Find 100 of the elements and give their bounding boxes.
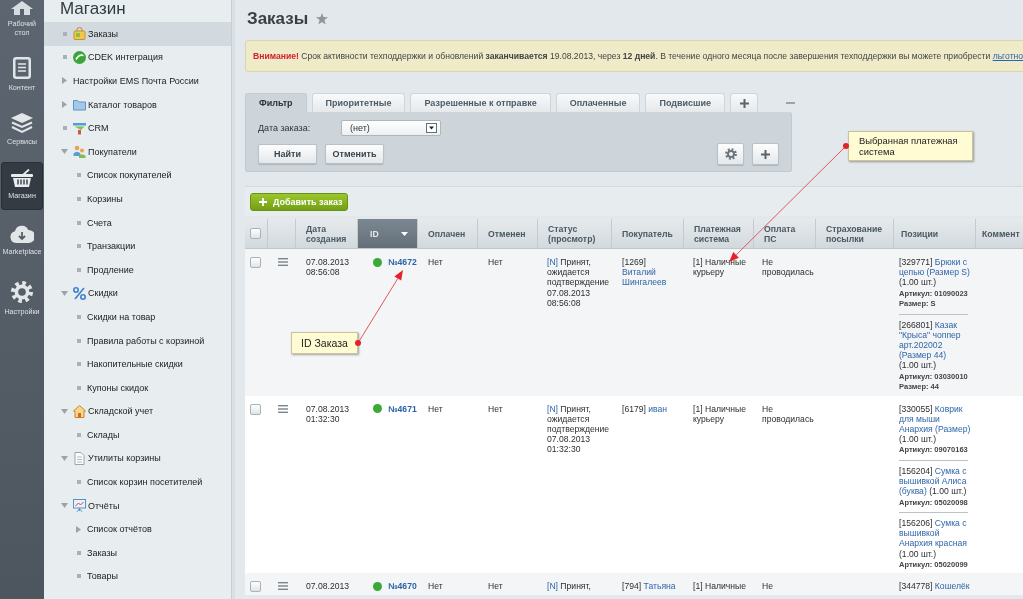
sidebar-item[interactable]: Товары <box>44 564 231 589</box>
sidebar-item[interactable]: Склады <box>44 423 231 447</box>
bullet-icon <box>77 173 81 178</box>
folder-icon <box>73 98 86 112</box>
sidebar-item[interactable]: CDEK интеграция <box>44 45 231 70</box>
date-select[interactable]: (нет) <box>341 120 441 136</box>
menu-icon[interactable] <box>278 404 288 413</box>
status-link[interactable]: [N] <box>547 581 558 592</box>
caret-right-icon[interactable] <box>62 77 67 85</box>
sidebar-item[interactable]: Список корзин посетителей <box>44 470 231 494</box>
sidebar-item[interactable]: Утилиты корзины <box>44 446 231 471</box>
filter-button[interactable]: Отменить <box>325 144 384 164</box>
buyer-link[interactable]: иван <box>648 403 668 414</box>
star-icon[interactable] <box>316 13 329 25</box>
caret-down-icon[interactable] <box>61 503 68 509</box>
round-logo-icon <box>73 50 86 64</box>
sidebar-item[interactable]: Отчёты <box>44 493 231 518</box>
bullet-icon <box>63 55 67 60</box>
sidebar-item[interactable]: Транзакции <box>44 234 231 258</box>
status-text: [N] Принят, ожидается подтверждение 07.08.2013 08:56:08 <box>547 257 611 308</box>
filter-button[interactable]: Найти <box>258 144 317 164</box>
cloud-download-icon <box>10 225 34 243</box>
order-link[interactable]: №4670 <box>388 581 417 592</box>
bullet-icon <box>77 480 81 485</box>
caret-down-icon[interactable] <box>61 408 68 414</box>
column-header[interactable]: Страхование посылки <box>816 219 894 248</box>
column-header[interactable]: Позиции <box>894 219 976 248</box>
column-header[interactable]: Статус (просмотр) <box>538 219 612 248</box>
position-text: [344778] Кошелёк <box>899 581 971 592</box>
add-tab-button[interactable] <box>730 93 759 112</box>
caret-down-icon[interactable] <box>61 149 68 155</box>
order-link[interactable]: №4672 <box>388 257 417 268</box>
sidebar-item[interactable]: Заказы <box>44 541 231 565</box>
add-filter-button[interactable] <box>752 143 779 165</box>
status-link[interactable]: [N] <box>547 403 558 414</box>
sidebar-item[interactable]: Продление <box>44 257 231 282</box>
status-link[interactable]: [N] <box>547 257 558 267</box>
bullet-icon <box>77 432 81 437</box>
column-header[interactable]: Оплачен <box>418 219 478 248</box>
filter-tab[interactable]: Фильтр <box>245 93 307 112</box>
sidebar-item[interactable]: Складской учет <box>44 399 231 424</box>
sidebar-item[interactable]: Скидки на товар <box>44 305 231 329</box>
order-link[interactable]: №4671 <box>388 403 417 414</box>
caret-down-icon[interactable] <box>61 456 68 461</box>
table-cell-text: Нет <box>487 402 504 414</box>
row-checkbox[interactable] <box>250 581 261 593</box>
sidebar-item[interactable]: Каталог товаров <box>44 92 231 117</box>
menu-icon[interactable] <box>278 258 288 266</box>
percent-icon <box>73 286 86 300</box>
select-all-checkbox[interactable] <box>250 228 261 239</box>
sidebar-item[interactable]: Скидки <box>44 281 231 306</box>
sidebar-item[interactable]: Настройки EMS Почта России <box>44 69 231 93</box>
sidebar-item[interactable]: Список покупателей <box>44 163 231 188</box>
buyer-link[interactable]: Виталий Шингалеев <box>622 267 684 288</box>
position-text: [156206] Сумка с вышивкой Анархия красная (1.00 шт.) <box>899 518 968 559</box>
table-cell-text: Нет <box>427 256 444 268</box>
column-header[interactable]: Оплата ПС <box>754 219 816 248</box>
column-header[interactable]: Коммент <box>976 219 1023 248</box>
column-header[interactable]: Покупатель <box>612 219 684 248</box>
filter-tab[interactable]: Подвисшие <box>645 93 726 112</box>
table-cell-text: Не проводилась <box>761 256 815 278</box>
notice-link[interactable]: льготно <box>992 51 1023 61</box>
row-checkbox[interactable] <box>250 257 261 268</box>
caret-right-icon[interactable] <box>76 525 81 533</box>
column-header[interactable]: ID <box>358 219 418 248</box>
basket-icon <box>11 169 33 187</box>
table-cell-text: Нет <box>427 580 444 592</box>
row-checkbox[interactable] <box>250 403 261 415</box>
sidebar-item[interactable]: Список отчётов <box>44 517 231 542</box>
layers-icon <box>11 113 33 133</box>
table-cell-text: Не проводилась <box>761 402 815 425</box>
table-cell-text: Нет <box>487 256 504 268</box>
bullet-icon <box>77 244 81 249</box>
position-text: [330055] Коврик для мыши Анархия (Размер) (1.00 шт.) <box>899 403 972 445</box>
menu-icon[interactable] <box>278 582 288 591</box>
sidebar-item[interactable]: Счета <box>44 210 231 235</box>
filter-tab[interactable]: Оплаченные <box>555 93 641 112</box>
table-cell-text: Нет <box>487 580 504 592</box>
sidebar-item[interactable]: Накопительные скидки <box>44 352 231 376</box>
table-cell-text: [1] Наличные <box>692 580 747 592</box>
sidebar-item[interactable]: Купоны скидок <box>44 375 231 400</box>
settings-button[interactable] <box>717 143 744 165</box>
caret-right-icon[interactable] <box>62 101 67 109</box>
document-icon <box>73 452 86 465</box>
page-title: Заказы <box>247 9 309 29</box>
filter-tab[interactable]: Разрешенные к отправке <box>410 93 551 112</box>
bag-icon <box>73 27 86 41</box>
column-header[interactable]: Платежная система <box>684 219 754 248</box>
sidebar-item[interactable]: Покупатели <box>44 139 231 164</box>
sidebar-item[interactable]: CRM <box>44 116 231 140</box>
status-text: [N] Принят, ожидается подтверждение 07.08.2013 01:32:30 <box>547 403 611 455</box>
collapse-button[interactable] <box>786 101 796 104</box>
buyer-text: [794] Татьяна <box>622 581 677 592</box>
sidebar-item[interactable]: Правила работы с корзиной <box>44 328 231 353</box>
caret-down-icon[interactable] <box>61 290 68 296</box>
sidebar-item[interactable]: Заказы <box>44 22 231 46</box>
column-header[interactable]: Отменен <box>478 219 538 248</box>
buyer-link[interactable]: Татьяна <box>643 581 676 592</box>
sidebar-item[interactable]: Корзины <box>44 187 231 211</box>
filter-tab[interactable]: Приоритетные <box>311 93 406 112</box>
